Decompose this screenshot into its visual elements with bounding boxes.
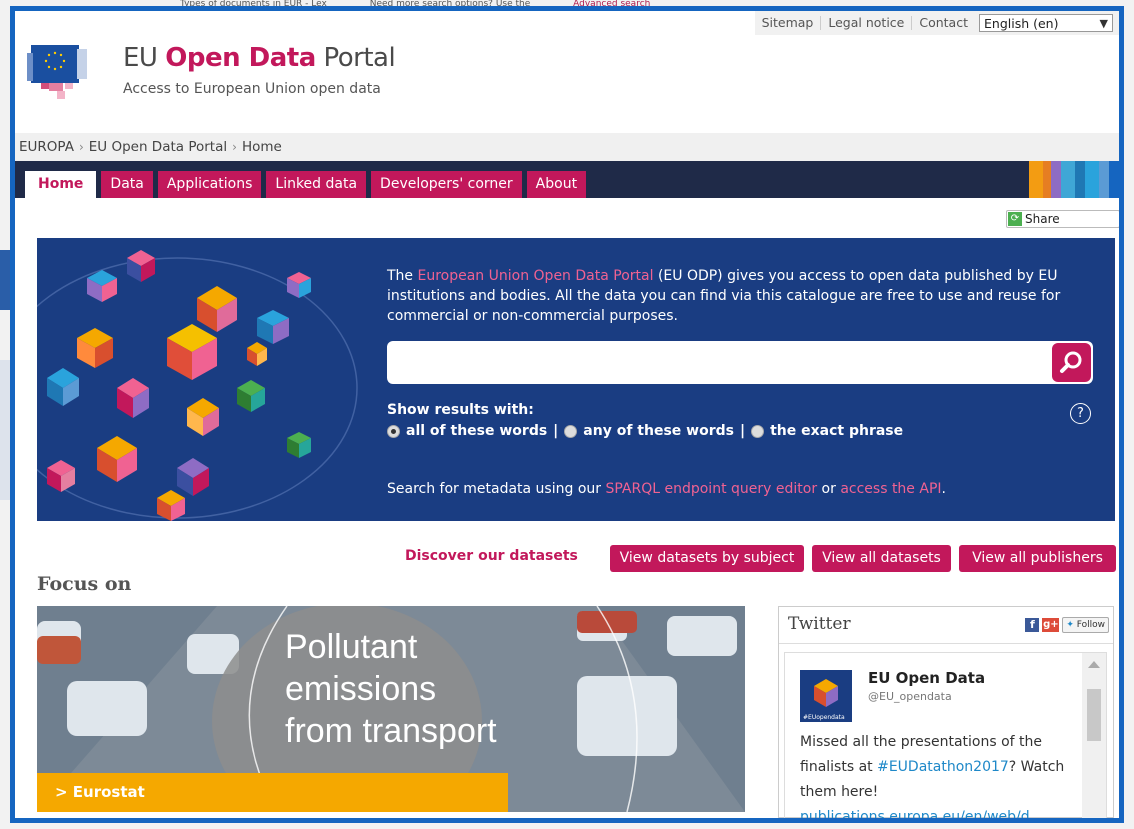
language-value: English (en) — [984, 15, 1059, 31]
avatar-tag: #EUopendata — [803, 714, 845, 721]
twitter-title: Twitter — [788, 614, 851, 634]
utility-bar: Sitemap Legal notice Contact English (en… — [754, 11, 1119, 35]
tweet-text: Missed all the presentations of the fina… — [800, 734, 1065, 823]
portal-frame: Sitemap Legal notice Contact English (en… — [10, 6, 1124, 823]
eu-flag-logo[interactable] — [27, 35, 97, 105]
tweet-scrollbar[interactable] — [1082, 653, 1106, 818]
share-button[interactable]: ⟳ Share — [1006, 210, 1119, 228]
tweet-author-handle[interactable]: @EU_opendata — [868, 690, 952, 703]
tab-about[interactable]: About — [526, 171, 587, 198]
tweet-feed[interactable]: #EUopendata EU Open Data @EU_opendata Mi… — [784, 652, 1107, 823]
headline-line-3: from transport — [285, 712, 497, 750]
nav-tabs: Home Data Applications Linked data Devel… — [25, 171, 591, 198]
nav-color-stripes — [1029, 161, 1119, 198]
tweet-author-name[interactable]: EU Open Data — [868, 669, 985, 687]
separator: | — [553, 423, 559, 439]
breadcrumb-home: Home — [241, 139, 282, 155]
eu-odp-link[interactable]: European Union Open Data Portal — [418, 268, 654, 284]
breadcrumb: EUROPA › EU Open Data Portal › Home — [15, 133, 1119, 161]
portal-title[interactable]: EU Open Data Portal — [123, 43, 396, 73]
tab-developers-corner[interactable]: Developers' corner — [371, 171, 522, 198]
portal-subtitle: Access to European Union open data — [123, 81, 381, 97]
tab-home[interactable]: Home — [25, 171, 97, 198]
title-eu: EU — [123, 43, 158, 73]
title-accent: Open Data — [165, 43, 316, 73]
twitter-widget: Twitter f g+ ✦ Follow #EUopendata EU Ope… — [778, 606, 1114, 818]
google-plus-icon[interactable]: g+ — [1042, 618, 1060, 632]
tab-linked-data[interactable]: Linked data — [266, 171, 367, 198]
breadcrumb-portal[interactable]: EU Open Data Portal — [89, 139, 227, 155]
search-input[interactable] — [395, 349, 1039, 378]
headline-line-1: Pollutant — [285, 628, 418, 666]
chevron-right-icon: › — [78, 140, 84, 154]
sitemap-link[interactable]: Sitemap — [755, 16, 822, 30]
share-label: Share — [1025, 212, 1060, 226]
sparql-text: Search for metadata using our SPARQL end… — [387, 481, 946, 497]
show-results-label: Show results with: — [387, 402, 534, 418]
breadcrumb-europa[interactable]: EUROPA — [19, 139, 74, 155]
focus-headline: Pollutant emissions from transport — [285, 626, 497, 752]
separator: | — [739, 423, 746, 439]
tweet-url-link[interactable]: publications.europa.eu/en/web/d — [800, 809, 1030, 818]
search-box[interactable] — [387, 341, 1093, 384]
hero-cubes-illustration — [37, 250, 358, 521]
language-select[interactable]: English (en) ▼ — [979, 14, 1113, 32]
social-icons: f g+ ✦ Follow — [1025, 617, 1109, 633]
scroll-up-icon[interactable] — [1088, 661, 1100, 668]
legal-notice-link[interactable]: Legal notice — [821, 16, 913, 30]
api-link[interactable]: access the API — [840, 481, 941, 497]
search-icon — [1060, 351, 1082, 373]
radio-any-words[interactable]: any of these words — [564, 423, 734, 439]
radio-exact-phrase[interactable]: the exact phrase — [751, 423, 903, 439]
radio-icon — [751, 424, 765, 438]
hero-description: The European Union Open Data Portal (EU … — [387, 268, 1061, 324]
scroll-thumb[interactable] — [1087, 689, 1101, 741]
share-icon: ⟳ — [1008, 212, 1022, 226]
main-nav: Home Data Applications Linked data Devel… — [15, 161, 1119, 198]
twitter-follow-button[interactable]: ✦ Follow — [1062, 617, 1109, 633]
headline-line-2: emissions — [285, 670, 437, 708]
view-all-publishers-button[interactable]: View all publishers — [959, 545, 1116, 572]
twitter-header: Twitter f g+ ✦ Follow — [779, 607, 1113, 644]
facebook-icon[interactable]: f — [1025, 618, 1040, 632]
tab-applications[interactable]: Applications — [157, 171, 262, 198]
chevron-right-icon: › — [232, 140, 237, 154]
radio-icon — [564, 424, 578, 438]
dropdown-arrow-icon: ▼ — [1099, 16, 1108, 30]
search-mode-radios: all of these words | any of these words … — [387, 423, 903, 439]
sparql-editor-link[interactable]: SPARQL endpoint query editor — [605, 481, 817, 497]
search-button[interactable] — [1052, 343, 1091, 382]
radio-all-words[interactable]: all of these words — [387, 423, 547, 439]
hashtag-link[interactable]: #EUDatathon2017 — [877, 759, 1009, 775]
hero-banner: The European Union Open Data Portal (EU … — [37, 238, 1115, 521]
avatar[interactable]: #EUopendata — [800, 670, 852, 722]
eurostat-link[interactable]: > Eurostat — [37, 773, 508, 812]
focus-on-heading: Focus on — [37, 573, 132, 595]
contact-link[interactable]: Contact — [912, 16, 975, 30]
radio-selected-icon — [387, 424, 400, 438]
help-icon[interactable]: ? — [1070, 403, 1091, 424]
title-rest: Portal — [323, 43, 396, 73]
discover-label: Discover our datasets — [405, 548, 578, 564]
view-by-subject-button[interactable]: View datasets by subject — [610, 545, 804, 572]
tab-data[interactable]: Data — [101, 171, 153, 198]
view-all-datasets-button[interactable]: View all datasets — [812, 545, 951, 572]
focus-banner[interactable]: Pollutant emissions from transport > Eur… — [37, 606, 745, 812]
